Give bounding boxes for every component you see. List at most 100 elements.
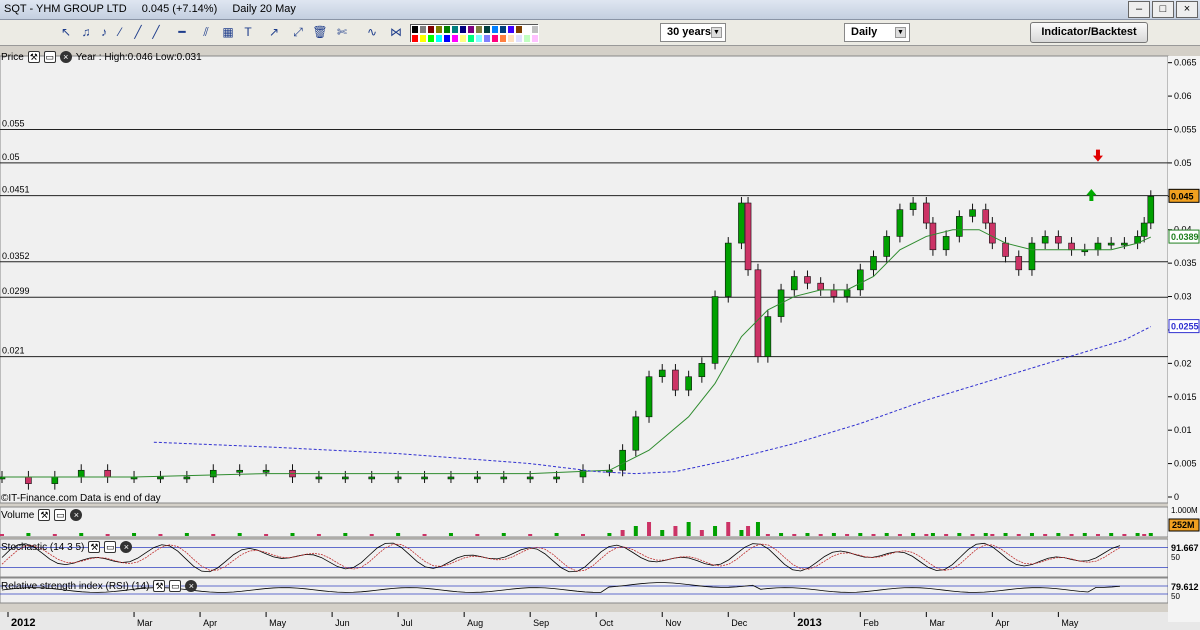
- candle-body: [632, 416, 640, 451]
- palette-swatch[interactable]: [419, 25, 427, 34]
- palette-swatch[interactable]: [435, 25, 443, 34]
- alert-bell-icon[interactable]: ♫: [78, 24, 94, 40]
- palette-swatch[interactable]: [507, 34, 515, 43]
- window-icon[interactable]: ▭: [169, 580, 182, 592]
- color-palette[interactable]: [410, 24, 539, 43]
- close-pane-icon[interactable]: ×: [59, 51, 72, 63]
- x-tick-label: Dec: [731, 618, 748, 628]
- palette-swatch[interactable]: [427, 34, 435, 43]
- candle-body: [883, 236, 891, 257]
- palette-swatch[interactable]: [443, 25, 451, 34]
- wrench-icon[interactable]: ⚒: [27, 51, 40, 63]
- palette-swatch[interactable]: [459, 25, 467, 34]
- minimize-icon[interactable]: –: [1128, 1, 1150, 18]
- palette-swatch[interactable]: [531, 34, 539, 43]
- bell-icon[interactable]: ♪: [96, 24, 112, 40]
- candle-body: [856, 269, 864, 291]
- arrow-tool-icon[interactable]: ↗: [266, 24, 282, 40]
- window-icon[interactable]: ▭: [43, 51, 56, 63]
- title-period: Daily 20 May: [232, 3, 296, 15]
- trash-icon[interactable]: 🗑: [312, 24, 328, 40]
- ray-line-icon[interactable]: ╱: [148, 24, 164, 40]
- title-price: 0.045 (+7.14%): [141, 3, 218, 15]
- chart-area[interactable]: 0.0650.060.0550.050.0450.040.0350.030.02…: [0, 46, 1200, 630]
- y-tick-label: 0.01: [1174, 425, 1192, 435]
- candle-body: [711, 296, 719, 364]
- close-pane-icon[interactable]: ×: [70, 509, 83, 521]
- palette-swatch[interactable]: [499, 25, 507, 34]
- interval-select-value: Daily: [851, 26, 878, 38]
- wave-tool-icon[interactable]: ∿: [364, 24, 380, 40]
- candle-body: [447, 476, 455, 480]
- candle-body: [315, 476, 323, 480]
- palette-swatch[interactable]: [411, 34, 419, 43]
- palette-swatch[interactable]: [475, 25, 483, 34]
- rsi-pane-label: Relative strength index (RSI) (14): [1, 580, 150, 592]
- palette-swatch[interactable]: [451, 34, 459, 43]
- palette-swatch[interactable]: [467, 34, 475, 43]
- interval-select[interactable]: Daily ▼: [844, 23, 910, 42]
- volume-bar: [871, 534, 876, 536]
- palette-swatch[interactable]: [483, 34, 491, 43]
- volume-bar: [831, 533, 836, 536]
- wrench-icon[interactable]: ⚒: [88, 541, 101, 553]
- close-pane-icon[interactable]: ×: [120, 541, 133, 553]
- pattern-tool-icon[interactable]: ⋈: [388, 24, 404, 40]
- chevron-down-icon: ▼: [895, 27, 906, 38]
- close-pane-icon[interactable]: ×: [185, 580, 198, 592]
- palette-swatch[interactable]: [507, 25, 515, 34]
- volume-bar: [858, 533, 863, 536]
- x-tick-label: Mar: [929, 618, 945, 628]
- palette-swatch[interactable]: [491, 25, 499, 34]
- x-tick-label: 2013: [797, 617, 821, 629]
- candle-body: [262, 469, 270, 473]
- palette-swatch[interactable]: [483, 25, 491, 34]
- palette-swatch[interactable]: [419, 34, 427, 43]
- wrench-icon[interactable]: ⚒: [153, 580, 166, 592]
- range-select[interactable]: 30 years ▼: [660, 23, 726, 42]
- palette-swatch[interactable]: [467, 25, 475, 34]
- channel-icon[interactable]: ⫽: [198, 24, 214, 40]
- candle-body: [1041, 236, 1049, 244]
- candle-body: [25, 476, 32, 484]
- indicator-backtest-button[interactable]: Indicator/Backtest: [1030, 22, 1148, 43]
- maximize-icon[interactable]: □: [1152, 1, 1174, 18]
- horizontal-line-label: 0.021: [2, 346, 25, 356]
- volume-pane-label: Volume: [1, 509, 35, 521]
- volume-pane-header: Volume ⚒ ▭ ×: [0, 508, 83, 522]
- horizontal-line-label: 0.05: [2, 152, 20, 162]
- long-ma-label: 0.0255: [1171, 322, 1199, 332]
- palette-swatch[interactable]: [443, 34, 451, 43]
- volume-bar: [1056, 533, 1061, 536]
- palette-swatch[interactable]: [475, 34, 483, 43]
- palette-swatch[interactable]: [451, 25, 459, 34]
- palette-swatch[interactable]: [411, 25, 419, 34]
- volume-bar: [448, 533, 453, 536]
- palette-swatch[interactable]: [515, 25, 523, 34]
- palette-swatch[interactable]: [459, 34, 467, 43]
- palette-swatch[interactable]: [427, 25, 435, 34]
- candle-body: [1055, 236, 1062, 244]
- wrench-icon[interactable]: ⚒: [38, 509, 51, 521]
- palette-swatch[interactable]: [491, 34, 499, 43]
- window-icon[interactable]: ▭: [104, 541, 117, 553]
- draw-line-icon[interactable]: ⁄: [112, 24, 128, 40]
- resize-tool-icon[interactable]: ⤢: [290, 24, 306, 40]
- palette-swatch[interactable]: [523, 25, 531, 34]
- window-icon[interactable]: ▭: [54, 509, 67, 521]
- palette-swatch[interactable]: [435, 34, 443, 43]
- close-icon[interactable]: ×: [1176, 1, 1198, 18]
- horizontal-line-icon[interactable]: ━: [174, 24, 190, 40]
- tools-icon[interactable]: ✄: [334, 24, 350, 40]
- palette-swatch[interactable]: [531, 25, 539, 34]
- candle-body: [956, 216, 963, 237]
- fibonacci-icon[interactable]: ▦: [220, 24, 236, 40]
- palette-swatch[interactable]: [499, 34, 507, 43]
- pointer-icon[interactable]: ↖: [58, 24, 74, 40]
- volume-bar: [765, 534, 770, 536]
- palette-swatch[interactable]: [523, 34, 531, 43]
- text-tool-icon[interactable]: T: [240, 24, 256, 40]
- volume-bar: [316, 534, 321, 536]
- trend-line-icon[interactable]: ╱: [130, 24, 146, 40]
- palette-swatch[interactable]: [515, 34, 523, 43]
